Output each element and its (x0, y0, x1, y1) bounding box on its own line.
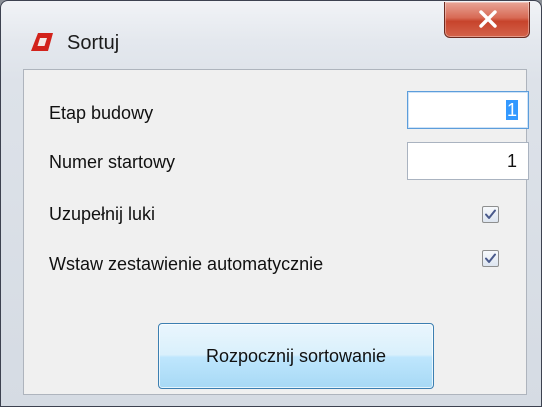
title-bar[interactable]: Sortuj (1, 1, 541, 67)
etap-budowy-value: 1 (505, 100, 518, 120)
etap-budowy-label: Etap budowy (49, 103, 154, 123)
dialog-content: Etap budowy 1 Numer startowy 1 Uzupełnij… (23, 69, 529, 395)
sort-dialog-window: Sortuj Etap budowy 1 Numer startowy 1 Uz… (0, 0, 542, 407)
close-button[interactable] (444, 2, 530, 38)
numer-startowy-value: 1 (506, 151, 517, 171)
app-icon (29, 31, 55, 53)
wstaw-zestawienie-checkbox[interactable] (482, 250, 499, 267)
window-title: Sortuj (67, 32, 120, 54)
checkmark-icon (485, 253, 496, 263)
etap-budowy-input[interactable]: 1 (407, 91, 529, 129)
close-icon (479, 10, 497, 28)
checkmark-icon (485, 209, 496, 219)
uzupelnij-luki-checkbox[interactable] (482, 206, 499, 223)
start-sorting-button[interactable]: Rozpocznij sortowanie (158, 323, 434, 389)
wstaw-zestawienie-label: Wstaw zestawienie automatycznie (49, 254, 324, 274)
uzupelnij-luki-label: Uzupełnij luki (49, 204, 156, 224)
numer-startowy-label: Numer startowy (49, 152, 176, 172)
numer-startowy-input[interactable]: 1 (407, 142, 529, 180)
